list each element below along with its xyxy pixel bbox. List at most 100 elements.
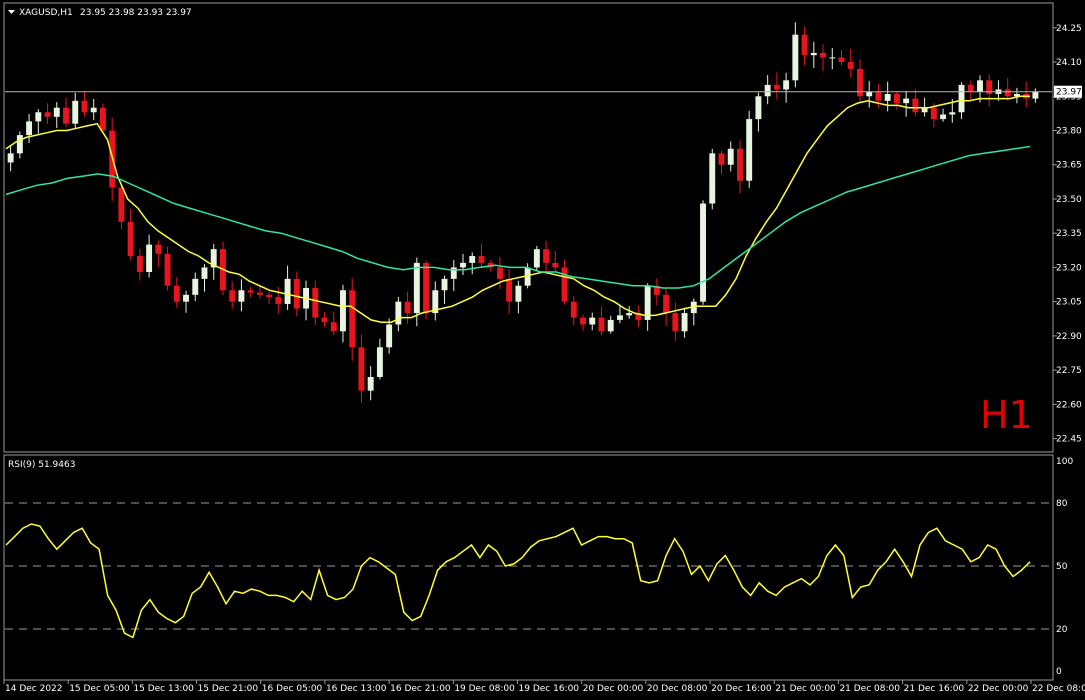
candle-body xyxy=(423,262,430,314)
time-tick-label: 20 Dec 16:00 xyxy=(711,684,772,694)
candle-body xyxy=(173,285,180,302)
time-tick-label: 15 Dec 13:00 xyxy=(133,684,194,694)
rsi-tick-label: 50 xyxy=(1056,562,1068,572)
candle-body xyxy=(616,315,623,320)
candle-body xyxy=(967,84,974,92)
candle-body xyxy=(783,80,790,90)
current-price-label: 23.97 xyxy=(1056,88,1082,98)
price-tick-label: 23.20 xyxy=(1056,263,1082,273)
time-tick-label: 19 Dec 16:00 xyxy=(519,684,580,694)
candle-body xyxy=(441,278,448,291)
candle-body xyxy=(63,107,69,124)
candle-body xyxy=(118,187,125,222)
chart-root: XAGUSD,H1 23.95 23.98 23.93 23.97 RSI(9)… xyxy=(3,2,1085,694)
candle-body xyxy=(312,287,319,318)
candle-body xyxy=(700,203,706,302)
candle-body xyxy=(940,114,947,120)
candle-body xyxy=(1004,89,1011,97)
candle-body xyxy=(229,290,236,302)
candle-body xyxy=(81,100,88,113)
candle-body xyxy=(515,285,522,302)
candle-body xyxy=(395,301,402,325)
time-tick-label: 15 Dec 05:00 xyxy=(69,684,130,694)
candle-body xyxy=(340,290,346,332)
candle-body xyxy=(755,96,762,120)
candle-body xyxy=(663,294,670,314)
candle-body xyxy=(238,290,245,302)
candle-body xyxy=(543,249,550,263)
candle-body xyxy=(99,107,106,131)
candle-body xyxy=(155,244,162,254)
price-tick-label: 23.35 xyxy=(1056,229,1082,239)
candle-body xyxy=(727,148,734,165)
candle-body xyxy=(866,91,873,97)
rsi-tick-label: 100 xyxy=(1056,457,1073,467)
rsi-tick-label: 0 xyxy=(1056,667,1062,677)
candle-body xyxy=(838,57,845,63)
timeframe-watermark: H1 xyxy=(980,393,1033,437)
candle-body xyxy=(930,107,937,120)
candle-body xyxy=(533,249,540,268)
candle-body xyxy=(266,294,273,298)
rsi-panel-frame[interactable] xyxy=(3,454,1054,681)
rsi-axis: 100 80 50 20 0 xyxy=(1056,457,1073,677)
candle-body xyxy=(16,135,23,154)
candle-body xyxy=(820,52,826,58)
time-tick-label: 16 Dec 21:00 xyxy=(390,684,451,694)
time-tick-label: 16 Dec 05:00 xyxy=(262,684,323,694)
candle-body xyxy=(903,98,910,104)
time-tick-label: 21 Dec 00:00 xyxy=(775,684,836,694)
candle-body xyxy=(764,84,771,97)
price-tick-label: 23.50 xyxy=(1056,195,1082,205)
candle-body xyxy=(506,278,513,302)
candle-body xyxy=(552,262,559,268)
candle-body xyxy=(136,256,143,272)
candle-body xyxy=(672,313,679,332)
candle-body xyxy=(284,278,291,304)
candle-body xyxy=(413,262,420,314)
candle-body xyxy=(875,91,882,101)
time-tick-label: 16 Dec 13:00 xyxy=(326,684,387,694)
time-tick-label: 19 Dec 08:00 xyxy=(454,684,515,694)
candle-body xyxy=(35,112,42,122)
time-tick-label: 22 Dec 00:00 xyxy=(968,684,1029,694)
candle-body xyxy=(977,80,983,92)
price-tick-label: 23.80 xyxy=(1056,127,1082,137)
candle-body xyxy=(773,84,780,90)
candle-body xyxy=(26,121,33,136)
candle-body xyxy=(792,34,799,81)
candle-body xyxy=(330,322,337,332)
rsi-label: RSI(9) 51.9463 xyxy=(8,460,75,470)
candle-body xyxy=(293,278,300,309)
candle-body xyxy=(376,347,383,377)
candle-body xyxy=(386,324,393,348)
candle-body xyxy=(275,297,282,304)
candle-body xyxy=(7,153,14,163)
candle-body xyxy=(367,376,374,391)
candle-body xyxy=(358,347,365,391)
candle-body xyxy=(256,292,263,295)
price-tick-label: 22.75 xyxy=(1056,366,1082,376)
candle-body xyxy=(349,290,356,348)
candle-body xyxy=(478,256,485,263)
time-tick-label: 20 Dec 08:00 xyxy=(647,684,708,694)
main-panel-frame[interactable] xyxy=(3,2,1054,453)
candle-body xyxy=(589,317,596,325)
candle-body xyxy=(496,267,503,279)
candle-body xyxy=(561,267,568,302)
candle-body xyxy=(321,317,328,323)
candle-body xyxy=(580,317,586,325)
price-tick-label: 24.10 xyxy=(1056,58,1082,68)
time-axis: 14 Dec 2022 15 Dec 05:00 15 Dec 13:00 15 De… xyxy=(3,680,1085,694)
candle-body xyxy=(949,112,956,115)
candle-body xyxy=(810,52,817,56)
price-tick-label: 22.90 xyxy=(1056,332,1082,342)
candle-body xyxy=(607,319,614,332)
candle-body xyxy=(958,84,965,113)
time-tick-label: 22 Dec 08:00 xyxy=(1032,684,1085,694)
candle-body xyxy=(146,244,153,272)
candle-body xyxy=(801,34,808,56)
time-tick-label: 21 Dec 08:00 xyxy=(839,684,900,694)
candle-body xyxy=(718,153,725,165)
candle-body xyxy=(746,119,753,181)
